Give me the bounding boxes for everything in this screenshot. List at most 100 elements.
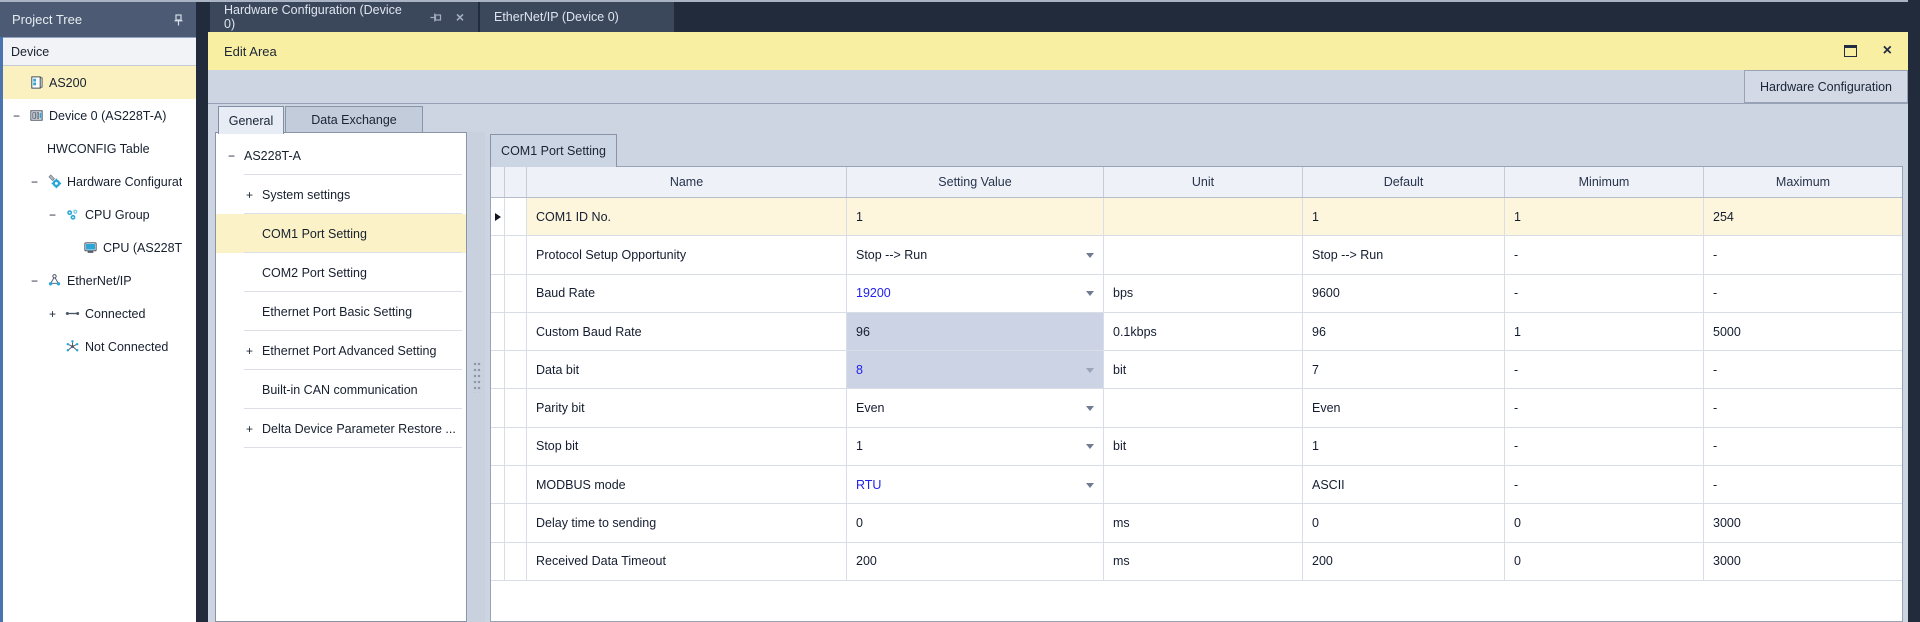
unit-cell: 0.1kbps bbox=[1104, 313, 1303, 350]
tree-item-label: EtherNet/IP bbox=[67, 274, 132, 288]
column-header-maximum: Maximum bbox=[1704, 167, 1902, 197]
dropdown-arrow-icon[interactable] bbox=[1086, 368, 1094, 373]
expander-icon[interactable]: − bbox=[13, 109, 29, 123]
tree-item-hwconfig-table[interactable]: HWCONFIG Table bbox=[3, 132, 196, 165]
pin-icon[interactable] bbox=[173, 14, 184, 26]
tree-item-as200[interactable]: AS200 bbox=[3, 66, 196, 99]
pin-icon[interactable] bbox=[430, 12, 442, 23]
tree-item-not-connected[interactable]: Not Connected bbox=[3, 330, 196, 363]
edit-area-titlebar: Edit Area × bbox=[208, 32, 1908, 70]
expander-icon[interactable]: − bbox=[31, 175, 47, 189]
unit-cell: ms bbox=[1104, 543, 1303, 580]
setting-row-com1-id-no: COM1 ID No.111254 bbox=[491, 198, 1902, 236]
tree-item-label: AS200 bbox=[49, 76, 87, 90]
maximum-cell: 254 bbox=[1704, 198, 1902, 235]
tree-item-com2-port-setting[interactable]: COM2 Port Setting bbox=[216, 253, 466, 292]
setting-value-cell[interactable]: 1 bbox=[847, 198, 1104, 235]
setting-value-text: 96 bbox=[856, 325, 870, 339]
setting-value-cell[interactable]: 200 bbox=[847, 543, 1104, 580]
panel-splitter[interactable] bbox=[468, 132, 485, 622]
setting-name-cell: Stop bit bbox=[527, 428, 847, 465]
dropdown-arrow-icon[interactable] bbox=[1086, 291, 1094, 296]
default-cell: 96 bbox=[1303, 313, 1505, 350]
tree-item-label: Connected bbox=[85, 307, 145, 321]
column-header-setting-value: Setting Value bbox=[847, 167, 1104, 197]
setting-value-cell[interactable]: 19200 bbox=[847, 275, 1104, 312]
unit-cell: ms bbox=[1104, 504, 1303, 541]
restore-window-icon[interactable] bbox=[1844, 45, 1857, 57]
edit-area-title: Edit Area bbox=[224, 44, 1844, 59]
dropdown-arrow-icon[interactable] bbox=[1086, 253, 1094, 258]
row-gutter-cell bbox=[505, 428, 527, 465]
tree-item-cpu-group[interactable]: −CPU Group bbox=[3, 198, 196, 231]
tree-item-hardware-configurat[interactable]: −Hardware Configurat bbox=[3, 165, 196, 198]
expander-icon[interactable]: − bbox=[49, 208, 65, 222]
setting-value-cell[interactable]: 1 bbox=[847, 428, 1104, 465]
tree-item-as228t-a[interactable]: − AS228T-A bbox=[216, 136, 466, 175]
splitter-grip-icon bbox=[473, 361, 481, 393]
row-indicator-cell bbox=[491, 428, 505, 465]
tree-item-com1-port-setting[interactable]: COM1 Port Setting bbox=[216, 214, 466, 253]
setting-value-cell[interactable]: Stop --> Run bbox=[847, 236, 1104, 273]
tab-data-exchange[interactable]: Data Exchange bbox=[285, 106, 423, 133]
tree-item-label: Device 0 (AS228T-A) bbox=[49, 109, 166, 123]
unit-cell: bit bbox=[1104, 428, 1303, 465]
minimum-cell: - bbox=[1505, 428, 1704, 465]
tree-item-built-in-can-communication[interactable]: Built-in CAN communication bbox=[216, 370, 466, 409]
tab-label: COM1 Port Setting bbox=[501, 144, 606, 158]
expander-icon[interactable]: + bbox=[246, 188, 262, 202]
hardware-configuration-caption[interactable]: Hardware Configuration bbox=[1744, 70, 1908, 103]
row-indicator-cell bbox=[491, 313, 505, 350]
row-indicator-cell bbox=[491, 275, 505, 312]
close-icon[interactable]: × bbox=[456, 10, 464, 24]
setting-name-cell: Received Data Timeout bbox=[527, 543, 847, 580]
collapse-icon[interactable]: − bbox=[228, 149, 244, 163]
dropdown-arrow-icon[interactable] bbox=[1086, 444, 1094, 449]
expander-icon[interactable]: − bbox=[31, 274, 47, 288]
tree-item-cpu-as228t[interactable]: CPU (AS228T bbox=[3, 231, 196, 264]
column-header-name: Name bbox=[527, 167, 847, 197]
tab-hardware-configuration[interactable]: Hardware Configuration (Device 0) × bbox=[210, 2, 478, 32]
dropdown-arrow-icon[interactable] bbox=[1086, 483, 1094, 488]
setting-value-text: 0 bbox=[856, 516, 863, 530]
plc-module-icon bbox=[29, 75, 49, 90]
tab-ethernet-ip[interactable]: EtherNet/IP (Device 0) bbox=[480, 2, 674, 32]
setting-value-cell[interactable]: Even bbox=[847, 389, 1104, 426]
setting-name-cell: Custom Baud Rate bbox=[527, 313, 847, 350]
tab-com1-port-setting[interactable]: COM1 Port Setting bbox=[490, 134, 617, 167]
setting-value-cell[interactable]: RTU bbox=[847, 466, 1104, 503]
tree-item-connected[interactable]: + Connected bbox=[3, 297, 196, 330]
project-tree-panel: Project Tree Device AS200−Device 0 (AS22… bbox=[0, 2, 196, 622]
editor-toolbar: Hardware Configuration bbox=[208, 70, 1908, 104]
setting-value-cell[interactable]: 8 bbox=[847, 351, 1104, 388]
setting-row-received-data-timeout: Received Data Timeout200ms20003000 bbox=[491, 543, 1902, 581]
expander-icon[interactable]: + bbox=[49, 307, 65, 321]
setting-value-cell[interactable]: 96 bbox=[847, 313, 1104, 350]
default-cell: ASCII bbox=[1303, 466, 1505, 503]
dropdown-arrow-icon[interactable] bbox=[1086, 406, 1094, 411]
tree-item-ethernet-port-advanced-setting[interactable]: +Ethernet Port Advanced Setting bbox=[216, 331, 466, 370]
tree-item-device-0-as228t-a[interactable]: − Device 0 (AS228T-A) bbox=[3, 99, 196, 132]
expander-icon[interactable]: + bbox=[246, 422, 262, 436]
minimum-cell: - bbox=[1505, 236, 1704, 273]
tree-item-label: Ethernet Port Basic Setting bbox=[262, 305, 412, 319]
setting-name-cell: MODBUS mode bbox=[527, 466, 847, 503]
row-gutter-cell bbox=[505, 313, 527, 350]
close-icon[interactable]: × bbox=[1883, 43, 1892, 59]
hwconfig-window: Project Tree Device AS200−Device 0 (AS22… bbox=[0, 0, 1920, 622]
row-gutter-cell bbox=[505, 275, 527, 312]
setting-name-cell: Data bit bbox=[527, 351, 847, 388]
current-row-arrow-icon bbox=[495, 213, 501, 221]
tab-label: Hardware Configuration (Device 0) bbox=[224, 3, 412, 31]
tree-item-ethernet-ip[interactable]: − EtherNet/IP bbox=[3, 264, 196, 297]
expander-icon[interactable]: + bbox=[246, 344, 262, 358]
tab-general[interactable]: General bbox=[218, 106, 284, 134]
tree-item-label: System settings bbox=[262, 188, 350, 202]
tree-item-ethernet-port-basic-setting[interactable]: Ethernet Port Basic Setting bbox=[216, 292, 466, 331]
tree-item-system-settings[interactable]: +System settings bbox=[216, 175, 466, 214]
column-header-minimum: Minimum bbox=[1505, 167, 1704, 197]
tree-item-delta-device-parameter-restore[interactable]: +Delta Device Parameter Restore ... bbox=[216, 409, 466, 448]
minimum-cell: 1 bbox=[1505, 198, 1704, 235]
setting-value-cell[interactable]: 0 bbox=[847, 504, 1104, 541]
setting-name-cell: Parity bit bbox=[527, 389, 847, 426]
